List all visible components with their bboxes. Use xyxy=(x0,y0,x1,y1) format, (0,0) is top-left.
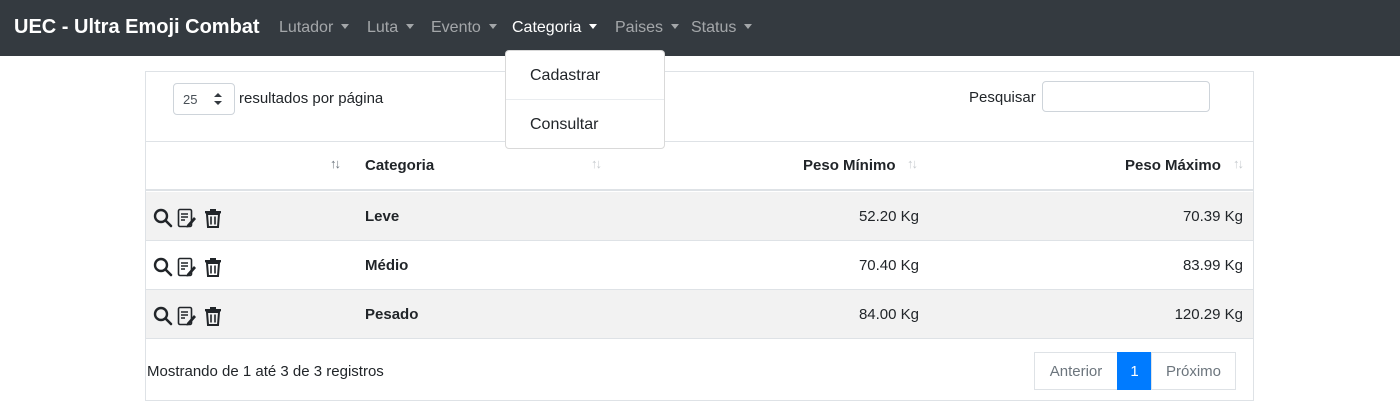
pagination-previous-label: Anterior xyxy=(1049,362,1103,380)
navbar: UEC - Ultra Emoji Combat Lutador Luta Ev… xyxy=(0,0,1400,56)
cell-categoria: Médio xyxy=(365,257,409,274)
pagination-page-label: 1 xyxy=(1130,362,1139,380)
column-header-categoria[interactable]: Categoria xyxy=(365,157,434,174)
cell-peso-maximo: 83.99 Kg xyxy=(1182,257,1243,274)
caret-down-icon xyxy=(406,24,415,29)
sort-categoria-icon[interactable]: ↑↓ xyxy=(591,156,602,171)
trash-icon[interactable] xyxy=(203,306,223,326)
search-input[interactable] xyxy=(1042,81,1210,112)
nav-item-label: Evento xyxy=(431,19,481,36)
cell-peso-maximo: 120.29 Kg xyxy=(1174,306,1243,323)
sort-actions-icon[interactable]: ↑↓ xyxy=(330,156,341,171)
table-header xyxy=(146,141,1253,191)
updown-icon xyxy=(214,93,222,105)
dropdown-item-consultar[interactable]: Consultar xyxy=(530,116,598,134)
table-info: Mostrando de 1 até 3 de 3 registros xyxy=(147,363,384,380)
pagination-next-label: Próximo xyxy=(1165,362,1221,380)
nav-item-categoria[interactable]: Categoria xyxy=(512,19,598,37)
nav-item-label: Categoria xyxy=(512,19,582,36)
nav-item-evento[interactable]: Evento xyxy=(431,19,497,37)
nav-item-label: Paises xyxy=(615,19,664,36)
nav-item-label: Luta xyxy=(367,19,399,36)
sort-peso-maximo-icon[interactable]: ↑↓ xyxy=(1233,156,1244,171)
page-length-value: 25 xyxy=(183,92,198,107)
cell-peso-maximo: 70.39 Kg xyxy=(1182,208,1243,225)
cell-peso-minimo: 70.40 Kg xyxy=(858,257,919,274)
cell-peso-minimo: 84.00 Kg xyxy=(858,306,919,323)
nav-item-luta[interactable]: Luta xyxy=(367,19,415,37)
nav-item-lutador[interactable]: Lutador xyxy=(279,19,350,37)
caret-down-icon xyxy=(589,24,598,29)
page-length-label: resultados por página xyxy=(239,90,384,107)
search-icon[interactable] xyxy=(153,257,173,277)
brand-title[interactable]: UEC - Ultra Emoji Combat xyxy=(14,16,260,39)
trash-icon[interactable] xyxy=(203,208,223,228)
cell-categoria: Leve xyxy=(365,208,400,225)
pagination-next[interactable]: Próximo xyxy=(1151,352,1236,390)
edit-icon[interactable] xyxy=(177,306,197,326)
caret-down-icon xyxy=(744,24,753,29)
nav-item-label: Lutador xyxy=(279,19,334,36)
caret-down-icon xyxy=(341,24,350,29)
nav-item-status[interactable]: Status xyxy=(691,19,753,37)
cell-peso-minimo: 52.20 Kg xyxy=(858,208,919,225)
table-row xyxy=(146,192,1253,241)
pagination-page-1[interactable]: 1 xyxy=(1117,352,1152,390)
nav-item-label: Status xyxy=(691,19,737,36)
table-row xyxy=(146,241,1253,290)
column-header-peso-maximo[interactable]: Peso Máximo xyxy=(1125,157,1221,174)
page-length-select[interactable]: 25 xyxy=(173,83,235,115)
sort-peso-minimo-icon[interactable]: ↑↓ xyxy=(907,156,918,171)
search-label: Pesquisar xyxy=(969,89,1036,106)
caret-down-icon xyxy=(671,24,680,29)
dropdown-item-cadastrar[interactable]: Cadastrar xyxy=(530,67,600,85)
column-header-peso-minimo[interactable]: Peso Mínimo xyxy=(803,157,896,174)
trash-icon[interactable] xyxy=(203,257,223,277)
pagination-previous[interactable]: Anterior xyxy=(1034,352,1118,390)
edit-icon[interactable] xyxy=(177,208,197,228)
categoria-dropdown-menu: Cadastrar Consultar xyxy=(505,50,665,149)
dropdown-divider xyxy=(506,99,664,100)
caret-down-icon xyxy=(488,24,497,29)
edit-icon[interactable] xyxy=(177,257,197,277)
table-row xyxy=(146,290,1253,339)
search-icon[interactable] xyxy=(153,208,173,228)
cell-categoria: Pesado xyxy=(365,306,419,323)
search-icon[interactable] xyxy=(153,306,173,326)
nav-item-paises[interactable]: Paises xyxy=(615,19,680,37)
